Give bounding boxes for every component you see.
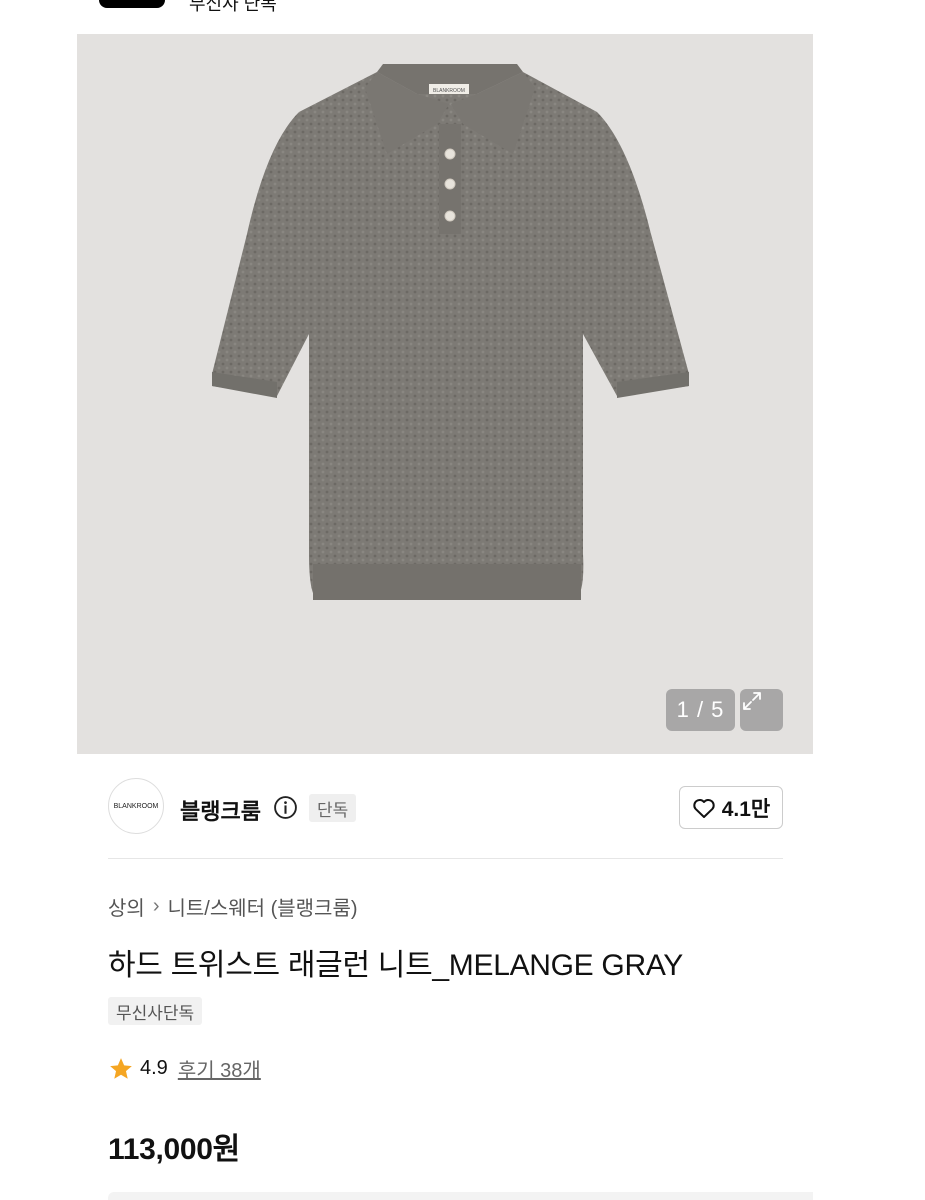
product-title: 하드 트위스트 래글런 니트_MELANGE GRAY	[108, 949, 684, 982]
product-image-gallery[interactable]: BLANKROOM 1 / 5	[77, 34, 813, 754]
image-counter: 1 / 5	[666, 689, 735, 731]
expand-icon	[743, 692, 761, 710]
breadcrumb: 상의 › 니트/스웨터 (블랭크룸)	[108, 892, 358, 921]
like-button[interactable]: 4.1만	[679, 786, 783, 829]
divider	[108, 858, 783, 859]
exclusive-badge: 무신사단독	[108, 997, 203, 1025]
star-icon	[110, 1057, 132, 1079]
breadcrumb-subcategory[interactable]: 니트/스웨터 (블랭크룸)	[167, 892, 357, 921]
rating-value: 4.9	[140, 1057, 168, 1079]
breadcrumb-category[interactable]: 상의	[108, 892, 145, 921]
svg-text:BLANKROOM: BLANKROOM	[433, 88, 465, 94]
brand-logo[interactable]: BLANKROOM	[108, 778, 164, 834]
like-count: 4.1만	[721, 797, 771, 821]
top-bar-label: 무신사 단독	[189, 0, 277, 14]
heart-icon	[693, 798, 715, 818]
product-page: 무신사 단독 BLANKROOM 1 / 5 BLANKROOM 블랭크룸 단독…	[77, 0, 813, 1200]
expand-button[interactable]	[740, 689, 783, 731]
brand-name[interactable]: 블랭크룸	[180, 794, 261, 826]
product-image: BLANKROOM	[212, 64, 689, 600]
rating-row: 4.9 후기 38개	[108, 1054, 261, 1083]
product-price: 113,000원	[108, 1133, 240, 1166]
chevron-right-icon: ›	[152, 895, 160, 917]
top-bar: 무신사 단독	[77, 0, 813, 34]
exclusive-tag: 단독	[309, 794, 357, 822]
info-icon[interactable]	[273, 795, 298, 820]
store-button[interactable]	[99, 0, 165, 8]
next-section	[108, 1192, 813, 1200]
reviews-link[interactable]: 후기 38개	[178, 1054, 261, 1083]
